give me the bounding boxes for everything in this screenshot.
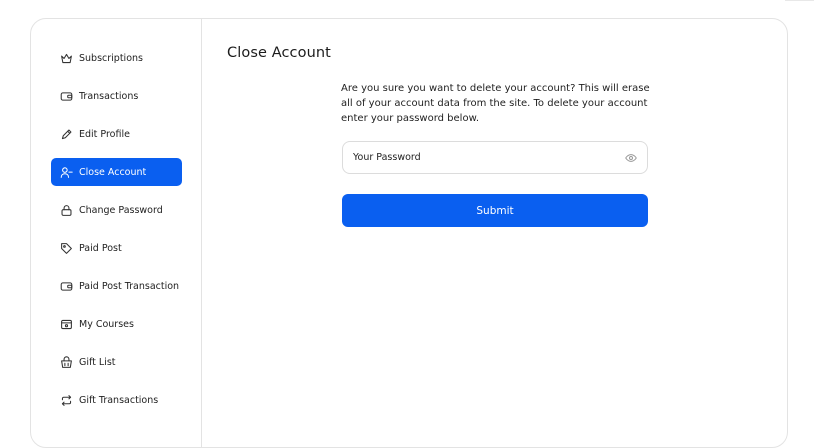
sidebar-item-label: Gift Transactions [79, 394, 159, 406]
sidebar-item-paid-post-transaction[interactable]: Paid Post Transaction [51, 272, 182, 300]
basket-icon [59, 355, 73, 369]
sidebar-item-gift-list[interactable]: Gift List [51, 348, 182, 376]
settings-card: Subscriptions Transactions Edit Profile … [30, 18, 788, 448]
crown-icon [59, 51, 73, 65]
sidebar-item-gift-transactions[interactable]: Gift Transactions [51, 386, 182, 414]
sidebar-item-my-courses[interactable]: My Courses [51, 310, 182, 338]
repeat-icon [59, 393, 73, 407]
eye-icon[interactable] [624, 151, 637, 164]
wallet-icon [59, 279, 73, 293]
tag-icon [59, 241, 73, 255]
sidebar-item-subscriptions[interactable]: Subscriptions [51, 44, 182, 72]
pencil-icon [59, 127, 73, 141]
wallet-icon [59, 89, 73, 103]
sidebar-item-close-account[interactable]: Close Account [51, 158, 182, 186]
sidebar-item-paid-post[interactable]: Paid Post [51, 234, 182, 262]
settings-sidebar: Subscriptions Transactions Edit Profile … [31, 19, 202, 447]
sidebar-item-label: Paid Post [79, 242, 122, 254]
box-icon [59, 317, 73, 331]
password-field[interactable] [342, 141, 648, 174]
sidebar-item-label: Paid Post Transaction [79, 280, 180, 292]
sidebar-item-transactions[interactable]: Transactions [51, 82, 182, 110]
sidebar-item-label: Transactions [79, 90, 139, 102]
sidebar-item-edit-profile[interactable]: Edit Profile [51, 120, 182, 148]
sidebar-item-label: Change Password [79, 204, 163, 216]
lock-icon [59, 203, 73, 217]
sidebar-item-label: My Courses [79, 318, 134, 330]
sidebar-item-label: Subscriptions [79, 52, 143, 64]
page-title: Close Account [227, 45, 331, 61]
user-minus-icon [59, 165, 73, 179]
sidebar-item-label: Close Account [79, 166, 147, 178]
password-input[interactable] [353, 152, 624, 163]
sidebar-item-label: Edit Profile [79, 128, 130, 140]
close-account-description: Are you sure you want to delete your acc… [341, 83, 650, 124]
sidebar-item-change-password[interactable]: Change Password [51, 196, 182, 224]
submit-button[interactable]: Submit [342, 194, 648, 227]
top-right-divider [785, 0, 814, 1]
sidebar-item-label: Gift List [79, 356, 116, 368]
